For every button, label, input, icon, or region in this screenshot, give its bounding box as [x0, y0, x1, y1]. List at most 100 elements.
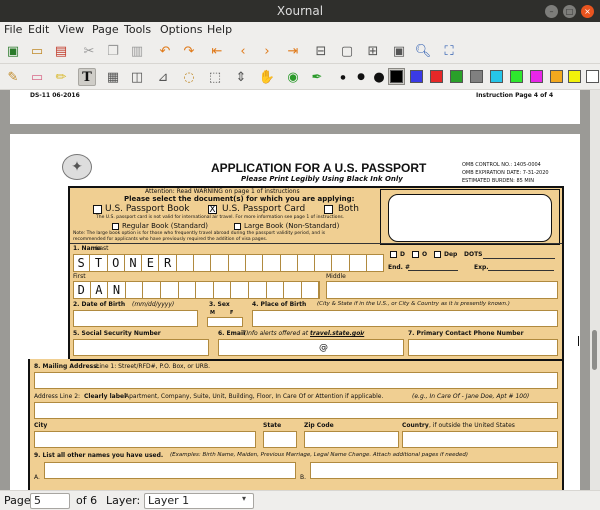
- copy-icon[interactable]: ❐: [104, 42, 122, 60]
- last-letter-box: [350, 254, 368, 272]
- office-o-checkbox[interactable]: [412, 251, 419, 258]
- highlighter-icon[interactable]: ✏: [52, 68, 70, 86]
- pob-field[interactable]: [252, 310, 558, 327]
- ruler-icon[interactable]: ⊿: [154, 68, 172, 86]
- form-code: DS-11 06-2016: [30, 92, 80, 99]
- color-orange-swatch[interactable]: [550, 70, 563, 83]
- maximize-icon[interactable]: □: [563, 5, 576, 18]
- color-light-green-swatch[interactable]: [510, 70, 523, 83]
- first-letter-box: [179, 281, 197, 299]
- menu-tools[interactable]: Tools: [124, 23, 151, 36]
- regular-book-checkbox[interactable]: [112, 223, 119, 230]
- large-book-checkbox[interactable]: [234, 223, 241, 230]
- zoom-in-icon[interactable]: ⊞: [364, 42, 382, 60]
- hand-icon[interactable]: ✋: [258, 68, 276, 86]
- vertical-space-icon[interactable]: ⇕: [232, 68, 250, 86]
- pob-hint: (City & State if in the U.S., or City & …: [317, 301, 510, 307]
- last-letter-box: [211, 254, 229, 272]
- medium-icon[interactable]: ●: [352, 68, 370, 86]
- dob-field[interactable]: [73, 310, 198, 327]
- fullscreen-icon[interactable]: ⛶: [440, 42, 458, 60]
- color-green-swatch[interactable]: [450, 70, 463, 83]
- redo-icon[interactable]: ↷: [180, 42, 198, 60]
- select-region-icon[interactable]: ◌: [180, 68, 198, 86]
- zoom-out-icon[interactable]: ⊟: [312, 42, 330, 60]
- phone-field[interactable]: [408, 339, 558, 356]
- paste-icon[interactable]: ▥: [128, 42, 146, 60]
- current-page: ✦ APPLICATION FOR A U.S. PASSPORT Please…: [10, 134, 580, 490]
- sex-f-label: F: [230, 310, 234, 316]
- color-magenta-swatch[interactable]: [530, 70, 543, 83]
- search-icon[interactable]: 🔍︎: [414, 42, 432, 60]
- document-canvas[interactable]: DS-11 06-2016 Instruction Page 4 of 4 ✦ …: [0, 90, 600, 490]
- both-checkbox[interactable]: [324, 205, 333, 214]
- undo-icon[interactable]: ↶: [156, 42, 174, 60]
- thin-icon[interactable]: ●: [334, 68, 352, 86]
- thick-icon[interactable]: ●: [370, 68, 388, 86]
- layer-select[interactable]: Layer 1: [144, 493, 254, 509]
- passport-book-checkbox[interactable]: [93, 205, 102, 214]
- country-label: Country: [402, 422, 429, 429]
- default-pen-icon[interactable]: ✒: [308, 68, 326, 86]
- office-d-checkbox[interactable]: [390, 251, 397, 258]
- state-field[interactable]: [263, 431, 297, 448]
- close-icon[interactable]: ×: [581, 5, 594, 18]
- prev-page-icon[interactable]: ‹: [234, 42, 252, 60]
- cut-icon[interactable]: ✂: [80, 42, 98, 60]
- page-number-input[interactable]: 5: [30, 493, 70, 509]
- zip-field[interactable]: [304, 431, 399, 448]
- color-yellow-swatch[interactable]: [568, 70, 581, 83]
- page-count: of 6: [76, 494, 98, 507]
- default-tool-icon[interactable]: ◉: [284, 68, 302, 86]
- color-blue-swatch[interactable]: [410, 70, 423, 83]
- country-field[interactable]: [402, 431, 558, 448]
- menu-help[interactable]: Help: [207, 23, 232, 36]
- other-name-b-field[interactable]: [310, 462, 558, 479]
- address-line-1-field[interactable]: [34, 372, 558, 389]
- first-page-icon[interactable]: ⇤: [208, 42, 226, 60]
- menu-edit[interactable]: Edit: [28, 23, 49, 36]
- address-line-2-hint: Apartment, Company, Suite, Unit, Buildin…: [125, 393, 384, 400]
- select-rect-icon[interactable]: ⬚: [206, 68, 224, 86]
- shape-recognizer-icon[interactable]: ◫: [128, 68, 146, 86]
- next-page-icon[interactable]: ›: [258, 42, 276, 60]
- passport-card-checkbox[interactable]: X: [208, 205, 217, 215]
- address-line-2-field[interactable]: [34, 402, 558, 419]
- zoom-fit-icon[interactable]: ▢: [338, 42, 356, 60]
- office-dep-checkbox[interactable]: [434, 251, 441, 258]
- ssn-field[interactable]: [73, 339, 209, 356]
- text-tool-icon[interactable]: T: [78, 68, 96, 86]
- menu-file[interactable]: File: [4, 23, 22, 36]
- middle-name-field[interactable]: [326, 281, 558, 299]
- country-hint: , if outside the United States: [429, 422, 515, 429]
- last-letter-box: N: [125, 254, 143, 272]
- first-letter-box: [126, 281, 144, 299]
- city-field[interactable]: [34, 431, 256, 448]
- menu-page[interactable]: Page: [92, 23, 119, 36]
- print-icon[interactable]: ▤: [52, 42, 70, 60]
- last-letter-box: T: [90, 254, 108, 272]
- last-letter-box: O: [108, 254, 125, 272]
- vertical-scrollbar-thumb[interactable]: [592, 330, 597, 370]
- email-field[interactable]: [218, 339, 404, 356]
- color-black-swatch[interactable]: [390, 70, 403, 83]
- pen-icon[interactable]: ✎: [4, 68, 22, 86]
- zoom-width-icon[interactable]: ▣: [390, 42, 408, 60]
- vertical-scrollbar[interactable]: [590, 90, 600, 490]
- last-page-icon[interactable]: ⇥: [284, 42, 302, 60]
- email-site[interactable]: travel.state.gov: [310, 330, 364, 337]
- other-names-hint: (Examples: Birth Name, Maiden, Previous …: [170, 452, 468, 458]
- sex-field[interactable]: [207, 317, 243, 327]
- other-name-a-field[interactable]: [44, 462, 296, 479]
- color-light-blue-swatch[interactable]: [490, 70, 503, 83]
- menu-view[interactable]: View: [58, 23, 84, 36]
- minimize-icon[interactable]: –: [545, 5, 558, 18]
- color-red-swatch[interactable]: [430, 70, 443, 83]
- save-icon[interactable]: ▣: [4, 42, 22, 60]
- menu-options[interactable]: Options: [160, 23, 202, 36]
- color-white-swatch[interactable]: [586, 70, 599, 83]
- color-gray-swatch[interactable]: [470, 70, 483, 83]
- image-tool-icon[interactable]: ▦: [104, 68, 122, 86]
- eraser-icon[interactable]: ▭: [28, 68, 46, 86]
- open-icon[interactable]: ▭: [28, 42, 46, 60]
